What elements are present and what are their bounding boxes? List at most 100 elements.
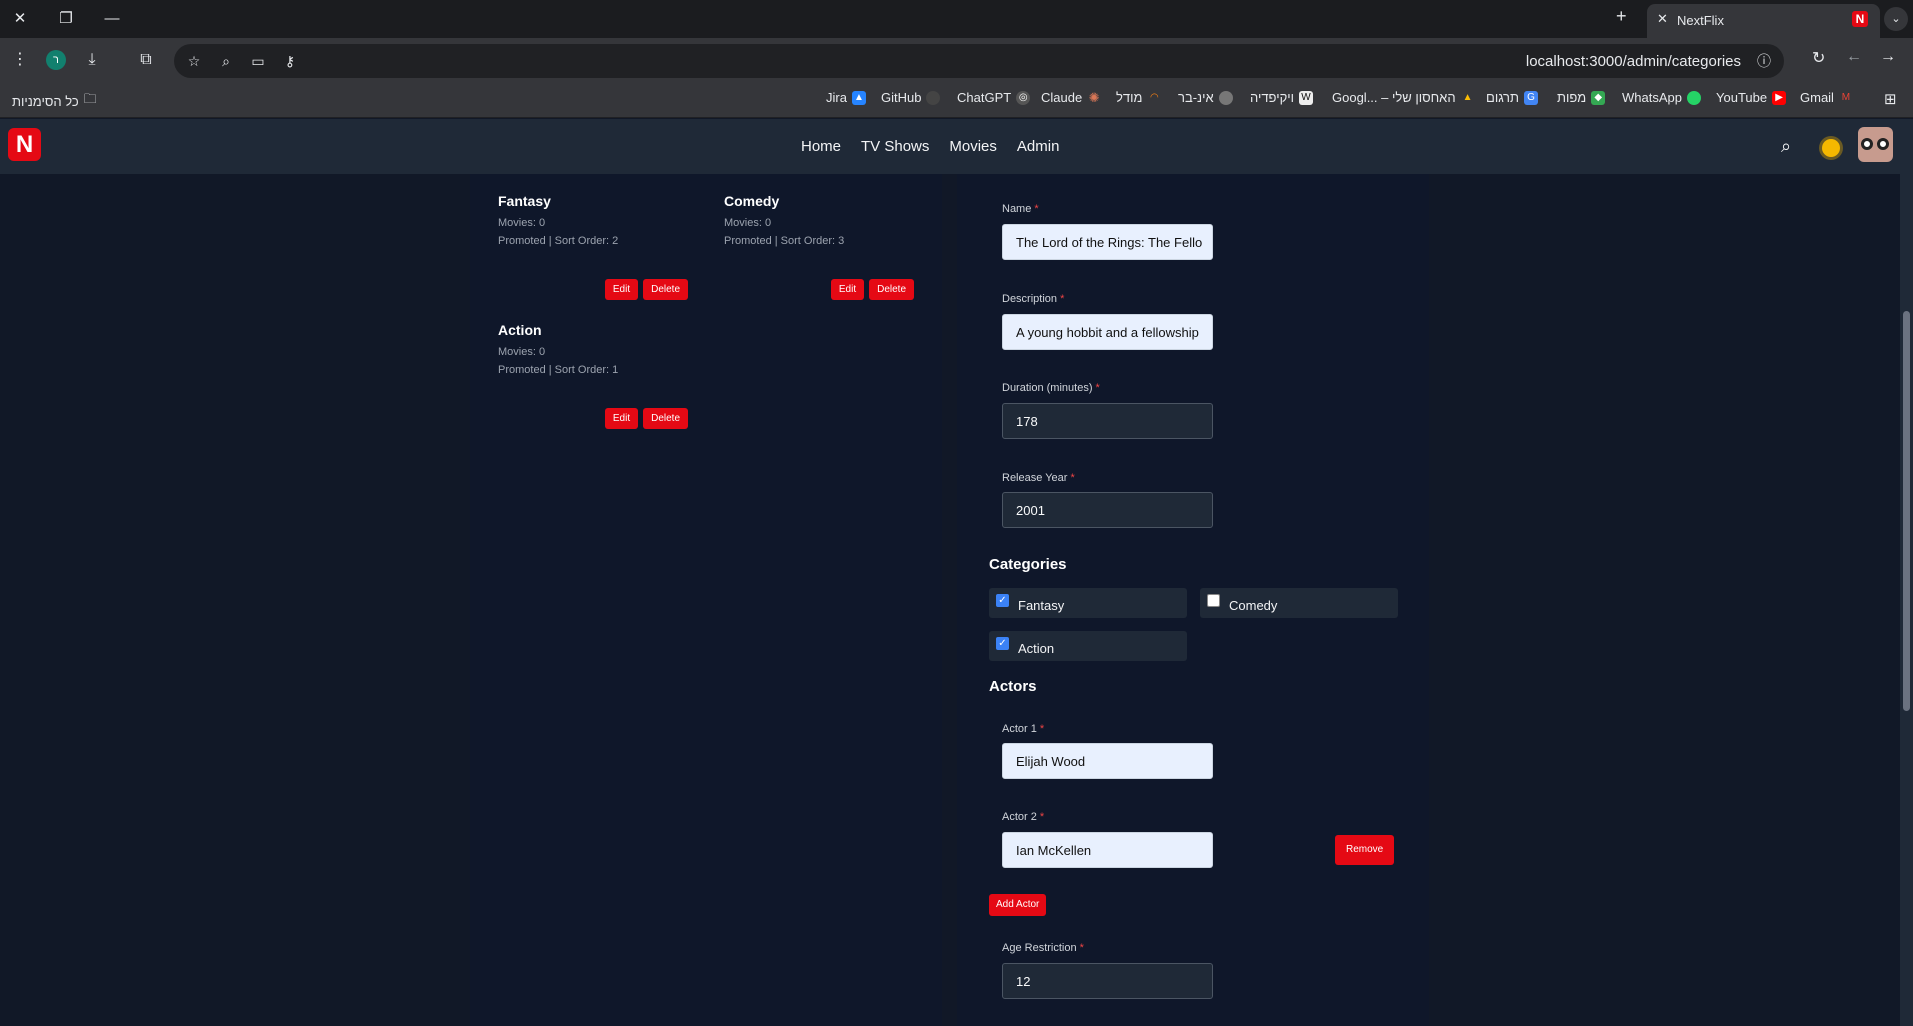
actor2-input[interactable]: Ian McKellen xyxy=(1002,832,1213,868)
category-check-comedy[interactable]: Comedy xyxy=(1200,588,1398,618)
scrollbar-thumb[interactable] xyxy=(1903,311,1910,711)
checkbox-label: Fantasy xyxy=(1018,598,1065,613)
menu-dots-icon[interactable]: ⋮ xyxy=(8,48,32,72)
category-check-fantasy[interactable]: ✓ Fantasy xyxy=(989,588,1187,618)
forward-arrow-icon[interactable]: ← xyxy=(1846,48,1862,66)
bookmark-inbar[interactable]: אינ-בר xyxy=(1178,90,1233,105)
checkbox-checked-icon[interactable]: ✓ xyxy=(996,593,1009,607)
required-mark: * xyxy=(1039,811,1045,823)
all-bookmarks-folder[interactable]: כל הסימניות 🗀 xyxy=(12,90,97,112)
moodle-icon: ◠ xyxy=(1150,91,1159,103)
site-info-icon[interactable]: ⓘ xyxy=(1752,49,1776,73)
close-window-icon[interactable]: ✕ xyxy=(8,7,32,31)
url-text: localhost:3000/admin/categories xyxy=(1525,53,1741,70)
duration-input[interactable]: 178 xyxy=(1002,403,1213,439)
bookmark-google-drive[interactable]: Googl... – האחסון שלי ▲ xyxy=(1332,90,1475,105)
address-bar[interactable]: ☆ ⌕ ▭ ⚷ localhost:3000/admin/categories … xyxy=(174,44,1784,78)
bookmark-chatgpt[interactable]: ChatGPT ◎ xyxy=(957,90,1031,105)
nav-movies[interactable]: Movies xyxy=(949,138,997,155)
bookmark-label: GitHub xyxy=(881,90,922,105)
zoom-icon[interactable]: ⌕ xyxy=(214,49,238,73)
extensions-icon[interactable]: ⧉ xyxy=(134,48,158,72)
checkbox-label: Action xyxy=(1018,641,1055,656)
bookmark-label: ChatGPT xyxy=(957,90,1012,105)
user-avatar[interactable] xyxy=(1858,127,1893,162)
delete-button[interactable]: Delete xyxy=(643,279,688,300)
release-year-input[interactable]: 2001 xyxy=(1002,492,1213,528)
bookmark-maps[interactable]: מפות ◆ xyxy=(1557,90,1606,105)
edit-button[interactable]: Edit xyxy=(830,279,865,300)
apps-grid-icon[interactable]: ⊞ xyxy=(1884,90,1897,108)
remove-actor-button[interactable]: Remove xyxy=(1335,835,1395,865)
category-meta: Promoted | Sort Order: 3 xyxy=(724,235,845,247)
categories-section-title: Categories xyxy=(989,556,1067,573)
bookmark-jira[interactable]: Jira ▲ xyxy=(826,90,866,105)
nav-tv-shows[interactable]: TV Shows xyxy=(861,138,929,155)
download-icon[interactable]: ⤓ xyxy=(80,48,104,72)
bookmark-label: WhatsApp xyxy=(1622,90,1682,105)
browser-tab[interactable]: ✕ NextFlix N xyxy=(1647,4,1880,38)
cast-icon[interactable]: ▭ xyxy=(246,49,270,73)
theme-toggle-sun-icon[interactable] xyxy=(1822,139,1840,157)
bookmark-gmail[interactable]: Gmail M xyxy=(1800,90,1853,105)
nav-links: Home TV Shows Movies Admin xyxy=(801,138,1059,155)
close-tab-icon[interactable]: ✕ xyxy=(1657,11,1668,27)
bookmark-label: Claude xyxy=(1041,90,1083,105)
bookmark-wikipedia[interactable]: ויקיפדיה W xyxy=(1250,90,1314,105)
delete-button[interactable]: Delete xyxy=(869,279,914,300)
nav-admin[interactable]: Admin xyxy=(1017,138,1060,155)
edit-button[interactable]: Edit xyxy=(604,408,639,429)
bookmark-label: Jira xyxy=(826,90,847,105)
minimize-window-icon[interactable]: — xyxy=(100,7,124,31)
name-input[interactable]: The Lord of the Rings: The Fello xyxy=(1002,224,1213,260)
bookmark-label: Gmail xyxy=(1800,90,1834,105)
search-icon[interactable]: ⌕ xyxy=(1781,136,1791,157)
bookmark-label: אינ-בר xyxy=(1178,90,1214,105)
back-arrow-icon[interactable]: → xyxy=(1880,48,1896,66)
claude-icon: ✺ xyxy=(1088,89,1100,105)
age-restriction-input[interactable]: 12 xyxy=(1002,963,1213,999)
new-tab-icon[interactable]: + xyxy=(1616,6,1627,27)
category-actions: Edit Delete xyxy=(498,279,688,300)
password-key-icon[interactable]: ⚷ xyxy=(278,49,302,73)
edit-button[interactable]: Edit xyxy=(604,279,639,300)
bookmark-claude[interactable]: Claude ✺ xyxy=(1041,90,1101,105)
profile-avatar[interactable]: ר xyxy=(46,50,66,70)
reload-icon[interactable]: ↻ xyxy=(1812,48,1825,68)
delete-button[interactable]: Delete xyxy=(643,408,688,429)
avatar-eye xyxy=(1861,138,1873,150)
all-bookmarks-label: כל הסימניות xyxy=(12,93,79,109)
tab-search-icon[interactable]: ⌄ xyxy=(1884,7,1908,31)
actor1-input[interactable]: Elijah Wood xyxy=(1002,743,1213,779)
label-text: Release Year xyxy=(1002,472,1068,484)
bookmark-moodle[interactable]: מודל ◠ xyxy=(1116,90,1161,105)
bookmark-youtube[interactable]: YouTube ▶ xyxy=(1716,90,1787,105)
category-card-fantasy: Fantasy Movies: 0 Promoted | Sort Order:… xyxy=(498,193,698,300)
github-icon xyxy=(926,90,941,105)
avatar-eye xyxy=(1877,138,1889,150)
description-input[interactable]: A young hobbit and a fellowship xyxy=(1002,314,1213,350)
checkbox-label: Comedy xyxy=(1229,598,1278,613)
category-actions: Edit Delete xyxy=(724,279,914,300)
bookmark-whatsapp[interactable]: WhatsApp xyxy=(1622,90,1701,105)
bookmark-translate[interactable]: תרגום G xyxy=(1486,90,1538,105)
page-scrollbar[interactable] xyxy=(1900,174,1913,1026)
nav-home[interactable]: Home xyxy=(801,138,841,155)
bookmark-github[interactable]: GitHub xyxy=(881,90,941,105)
category-check-action[interactable]: ✓ Action xyxy=(989,631,1187,661)
gmail-icon: M xyxy=(1841,91,1851,103)
globe-icon xyxy=(1218,90,1233,105)
category-meta: Promoted | Sort Order: 1 xyxy=(498,364,619,376)
checkbox-unchecked-icon[interactable] xyxy=(1207,593,1220,607)
nextflix-logo[interactable]: N xyxy=(8,128,41,161)
release-year-label: Release Year * xyxy=(1002,472,1075,484)
required-mark: * xyxy=(1079,942,1084,954)
restore-window-icon[interactable]: ❐ xyxy=(54,7,78,31)
wikipedia-icon: W xyxy=(1299,90,1314,105)
checkbox-checked-icon[interactable]: ✓ xyxy=(996,636,1009,650)
name-label: Name * xyxy=(1002,203,1039,215)
page-background xyxy=(0,174,1900,1026)
add-actor-button[interactable]: Add Actor xyxy=(989,894,1047,916)
label-text: Name xyxy=(1002,203,1032,215)
bookmark-star-icon[interactable]: ☆ xyxy=(182,49,206,73)
